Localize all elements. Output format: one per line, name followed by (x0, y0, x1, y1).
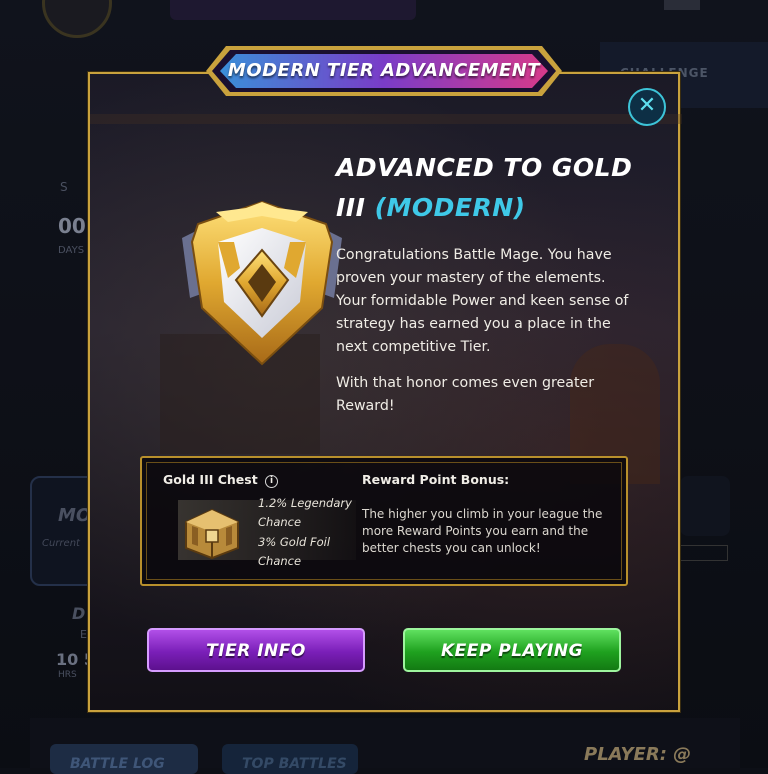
tier-info-button[interactable]: TIER INFO (147, 628, 365, 672)
gold-chest-icon (178, 500, 246, 562)
chest-title: Gold III Chest i (163, 472, 279, 488)
top-right-control (664, 0, 700, 10)
top-bar (170, 0, 416, 20)
gold-foil-chance: 3% Gold Foil Chance (258, 535, 331, 568)
banner-title: MODERN TIER ADVANCEMENT (227, 60, 541, 81)
heading-mode: (MODERN) (374, 193, 526, 222)
reward-point-title: Reward Point Bonus: (362, 472, 510, 487)
tab-top-battles: TOP BATTLES (222, 744, 358, 774)
advancement-heading: ADVANCED TO GOLD III (MODERN) (336, 148, 646, 228)
bg-right-bar (680, 545, 728, 561)
info-icon[interactable]: i (265, 475, 279, 488)
gold-tier-badge-icon (176, 198, 348, 368)
tab-battle-log: BATTLE LOG (50, 744, 198, 774)
bg-ends-label: E (80, 628, 87, 641)
congratulations-text: Congratulations Battle Mage. You have pr… (336, 244, 636, 431)
scene-beam (90, 114, 682, 124)
legendary-chance: 1.2% Legendary Chance (258, 496, 352, 529)
bg-mode-sub: Current (42, 538, 80, 549)
bg-days-value: 00 (58, 214, 86, 238)
player-label: PLAYER: @ (584, 744, 692, 765)
bg-mode-label: MO (58, 505, 92, 526)
close-icon[interactable]: ✕ (628, 88, 666, 126)
title-banner: MODERN TIER ADVANCEMENT (204, 42, 564, 100)
chest-title-text: Gold III Chest (163, 472, 258, 487)
bg-daily-label: D (72, 604, 86, 623)
reward-point-text: The higher you climb in your league the … (362, 507, 603, 555)
paragraph-2: With that honor comes even greater Rewar… (336, 375, 595, 414)
bg-hours-label: HRS (58, 670, 77, 680)
bg-right-panel (680, 476, 730, 536)
bg-season-label: S (60, 180, 68, 194)
bg-days-label: DAYS (58, 245, 85, 256)
paragraph-1: Congratulations Battle Mage. You have pr… (336, 247, 629, 355)
keep-playing-button[interactable]: KEEP PLAYING (403, 628, 621, 672)
